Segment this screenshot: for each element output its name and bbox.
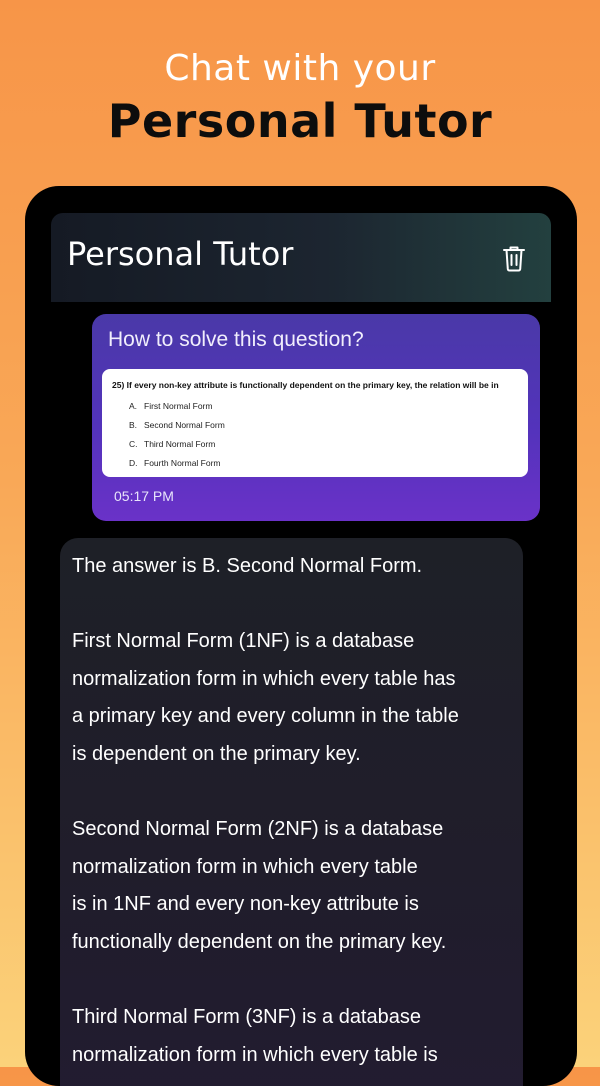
user-message-text: How to solve this question? <box>108 328 364 351</box>
tutor-message-text: The answer is B. Second Normal Form. Fir… <box>72 555 459 1066</box>
option-c: C. Third Normal Form <box>129 439 216 449</box>
tutor-message-bubble: The answer is B. Second Normal Form. Fir… <box>60 538 523 1086</box>
app-header: Personal Tutor <box>51 213 551 302</box>
app-title: Personal Tutor <box>67 235 294 273</box>
promo-subtitle: Chat with your <box>164 48 436 89</box>
question-text: 25) If every non-key attribute is functi… <box>112 380 499 390</box>
question-image-attachment[interactable]: 25) If every non-key attribute is functi… <box>102 369 528 477</box>
user-message-bubble: How to solve this question? 25) If every… <box>92 314 540 521</box>
phone-frame: Personal Tutor How to solve this questio… <box>25 186 577 1086</box>
option-b: B. Second Normal Form <box>129 420 225 430</box>
option-a: A. First Normal Form <box>129 401 213 411</box>
clear-chat-button[interactable] <box>499 241 529 275</box>
message-timestamp: 05:17 PM <box>114 488 174 504</box>
option-d: D. Fourth Normal Form <box>129 458 221 468</box>
trash-icon <box>503 246 525 271</box>
promo-title: Personal Tutor <box>107 94 493 148</box>
